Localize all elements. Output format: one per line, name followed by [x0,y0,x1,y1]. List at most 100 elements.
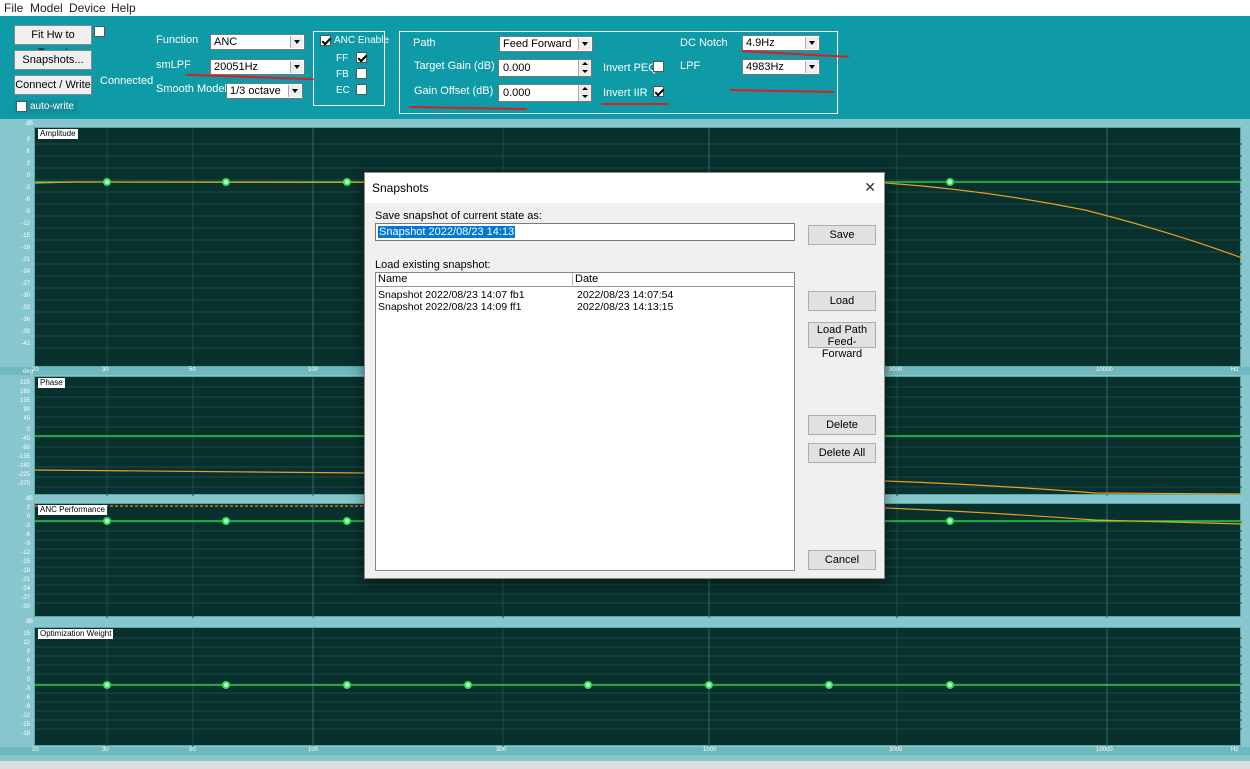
snapshot-list-header: Name Date [376,273,794,287]
gain-offset-input[interactable]: 0.000 [498,84,592,102]
invert-iir-label: Invert IIR [603,87,648,99]
phase-unit: deg [22,369,33,375]
close-icon[interactable]: ✕ [864,180,876,194]
optimization-weight-plot[interactable]: Optimization Weight [34,627,1242,747]
autowrite-checkbox[interactable] [16,101,27,112]
fit-checkbox[interactable] [94,26,105,37]
save-prompt: Save snapshot of current state as: [375,210,542,222]
smooth-model-label: Smooth Model [156,83,227,95]
fb-label: FB [336,69,349,80]
anc-y-axis: 3 0 -3 -6 -9 -12 -15 -18 -21 -24 -27 -30 [21,505,30,610]
menu-model[interactable]: Model [30,1,63,15]
autowrite-label: auto-write [30,101,74,112]
function-label: Function [156,34,199,46]
smlpf-label: smLPF [156,59,191,71]
chevron-down-icon [578,38,591,50]
ec-checkbox[interactable] [356,84,367,95]
snapshots-button[interactable]: Snapshots... [14,50,92,70]
phase-y-axis: 225 180 135 90 45 0 -45 -90 -135 -180 -225 -270 [17,380,30,487]
smooth-model-select[interactable]: 1/3 octave [226,83,303,99]
anc-unit: dB [25,496,33,502]
load-path-line2: Feed-Forward [821,336,863,360]
smlpf-select[interactable]: 20051Hz [210,59,305,75]
lpf-value: 4983Hz [746,61,784,73]
chevron-down-icon [805,37,818,49]
snapshot-row-date: 2022/08/23 14:13:15 [577,301,674,313]
dc-notch-value: 4.9Hz [746,37,775,49]
snapshot-row-name: Snapshot 2022/08/23 14:09 ff1 [378,301,522,313]
dialog-title-bar: Snapshots ✕ [365,173,884,203]
path-label: Path [413,37,436,49]
function-select[interactable]: ANC [210,34,305,50]
spinner-icon[interactable] [578,60,591,76]
target-gain-input[interactable]: 0.000 [498,59,592,77]
delete-button[interactable]: Delete [808,415,876,435]
chevron-down-icon [290,61,303,73]
ff-label: FF [336,53,349,64]
path-select[interactable]: Feed Forward [499,36,593,52]
load-button[interactable]: Load [808,291,876,311]
function-select-value: ANC [214,36,238,48]
anc-enable-checkbox[interactable] [320,35,331,46]
load-path-button[interactable]: Load Path Feed-Forward [808,322,876,360]
load-path-line1: Load Path [816,324,868,336]
snapshot-row[interactable]: Snapshot 2022/08/23 14:09 ff1 2022/08/23… [378,301,794,313]
snapshot-row-date: 2022/08/23 14:07:54 [577,289,674,301]
weight-svg [35,628,1242,747]
weight-x-axis: 20 30 50 100 300 1000 3000 10000 Hz [0,747,1250,755]
snapshot-row-name: Snapshot 2022/08/23 14:07 fb1 [378,289,525,301]
connection-status: Connected [100,75,154,87]
snapshots-dialog: Snapshots ✕ Save snapshot of current sta… [364,172,885,579]
smooth-model-value: 1/3 octave [230,85,281,97]
lpf-label: LPF [680,60,701,72]
autowrite-row: auto-write [14,100,78,114]
toolbar: Fit Hw to Target Snapshots... Connect / … [0,16,1250,119]
delete-all-button[interactable]: Delete All [808,443,876,463]
smlpf-select-value: 20051Hz [214,61,259,73]
menu-file[interactable]: File [4,1,23,15]
gain-offset-label: Gain Offset (dB) [414,85,494,97]
menu-device[interactable]: Device [69,1,106,15]
fb-checkbox[interactable] [356,68,367,79]
chevron-down-icon [288,85,301,97]
invert-peq-label: Invert PEQ [603,62,657,74]
snapshot-name-value: Snapshot 2022/08/23 14:13 [378,226,516,238]
column-name[interactable]: Name [376,273,573,287]
dc-notch-label: DC Notch [680,37,728,49]
snapshot-row[interactable]: Snapshot 2022/08/23 14:07 fb1 2022/08/23… [378,289,794,301]
fit-hw-button[interactable]: Fit Hw to Target [14,25,92,59]
invert-iir-checkbox[interactable] [653,86,664,97]
cancel-button[interactable]: Cancel [808,550,876,570]
chevron-down-icon [290,36,303,48]
path-select-value: Feed Forward [503,38,572,50]
weight-y-axis: 15 12 9 6 3 0 -3 -6 -9 -12 -15 -18 [21,631,30,737]
snapshot-name-input[interactable]: Snapshot 2022/08/23 14:13 [375,223,795,241]
lpf-select[interactable]: 4983Hz [742,59,820,75]
ff-checkbox[interactable] [356,52,367,63]
menu-bar: File Model Device Help [0,0,1250,16]
spinner-icon[interactable] [578,85,591,101]
load-prompt: Load existing snapshot: [375,259,491,271]
dialog-title: Snapshots [372,181,429,195]
weight-unit: dB [25,619,33,625]
gain-offset-value: 0.000 [503,87,531,99]
annotation-invert-iir [601,103,669,105]
amplitude-title: Amplitude [38,129,78,139]
weight-title: Optimization Weight [38,629,114,639]
invert-peq-checkbox[interactable] [653,61,664,72]
snapshot-list[interactable]: Name Date Snapshot 2022/08/23 14:07 fb1 … [375,272,795,571]
target-gain-value: 0.000 [503,62,531,74]
status-bar [0,761,1250,769]
column-date[interactable]: Date [573,273,794,287]
chevron-down-icon [805,61,818,73]
phase-title: Phase [38,378,65,388]
ec-label: EC [336,85,350,96]
anc-title: ANC Performance [38,505,107,515]
amplitude-y-axis: 9 6 3 0 -3 -6 -9 -12 -15 -18 -21 -24 -27 -30 -33 -36 -39… [21,137,30,347]
connect-write-button[interactable]: Connect / Write [14,75,92,95]
target-gain-label: Target Gain (dB) [414,60,495,72]
menu-help[interactable]: Help [111,1,136,15]
save-button[interactable]: Save [808,225,876,245]
anc-enable-label: ANC Enable [334,35,390,46]
dc-notch-select[interactable]: 4.9Hz [742,35,820,51]
